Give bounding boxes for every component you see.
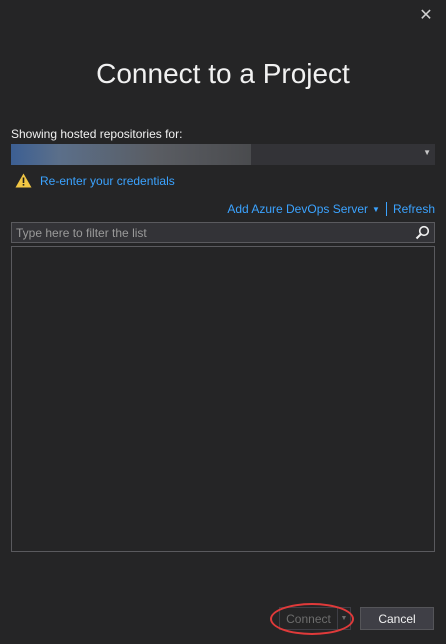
- redacted-account-value: [11, 144, 251, 165]
- credentials-warning: Re-enter your credentials: [15, 173, 175, 188]
- close-icon[interactable]: ✕: [419, 7, 432, 24]
- dialog-title: Connect to a Project: [96, 58, 350, 89]
- connect-button-label: Connect: [286, 611, 331, 626]
- account-dropdown[interactable]: ▼: [11, 144, 435, 165]
- chevron-down-icon: ▼: [423, 148, 431, 157]
- refresh-link[interactable]: Refresh: [393, 202, 435, 216]
- warning-icon: [15, 173, 32, 188]
- account-label: Showing hosted repositories for:: [11, 127, 183, 141]
- reenter-credentials-link[interactable]: Re-enter your credentials: [40, 174, 175, 188]
- filter-input[interactable]: [16, 225, 406, 240]
- add-server-dropdown-icon[interactable]: ▼: [372, 205, 380, 214]
- search-icon[interactable]: [415, 225, 430, 240]
- add-server-link[interactable]: Add Azure DevOps Server: [227, 202, 368, 216]
- close-button[interactable]: ✕: [416, 6, 436, 26]
- toolbar-separator: [385, 202, 387, 216]
- server-toolbar: Add Azure DevOps Server ▼ Refresh: [227, 202, 435, 216]
- connect-dropdown-icon[interactable]: ▼: [337, 608, 350, 629]
- filter-box[interactable]: [11, 222, 435, 243]
- repository-list[interactable]: [11, 246, 435, 552]
- cancel-button[interactable]: Cancel: [360, 607, 434, 630]
- connect-button[interactable]: Connect ▼: [279, 607, 351, 630]
